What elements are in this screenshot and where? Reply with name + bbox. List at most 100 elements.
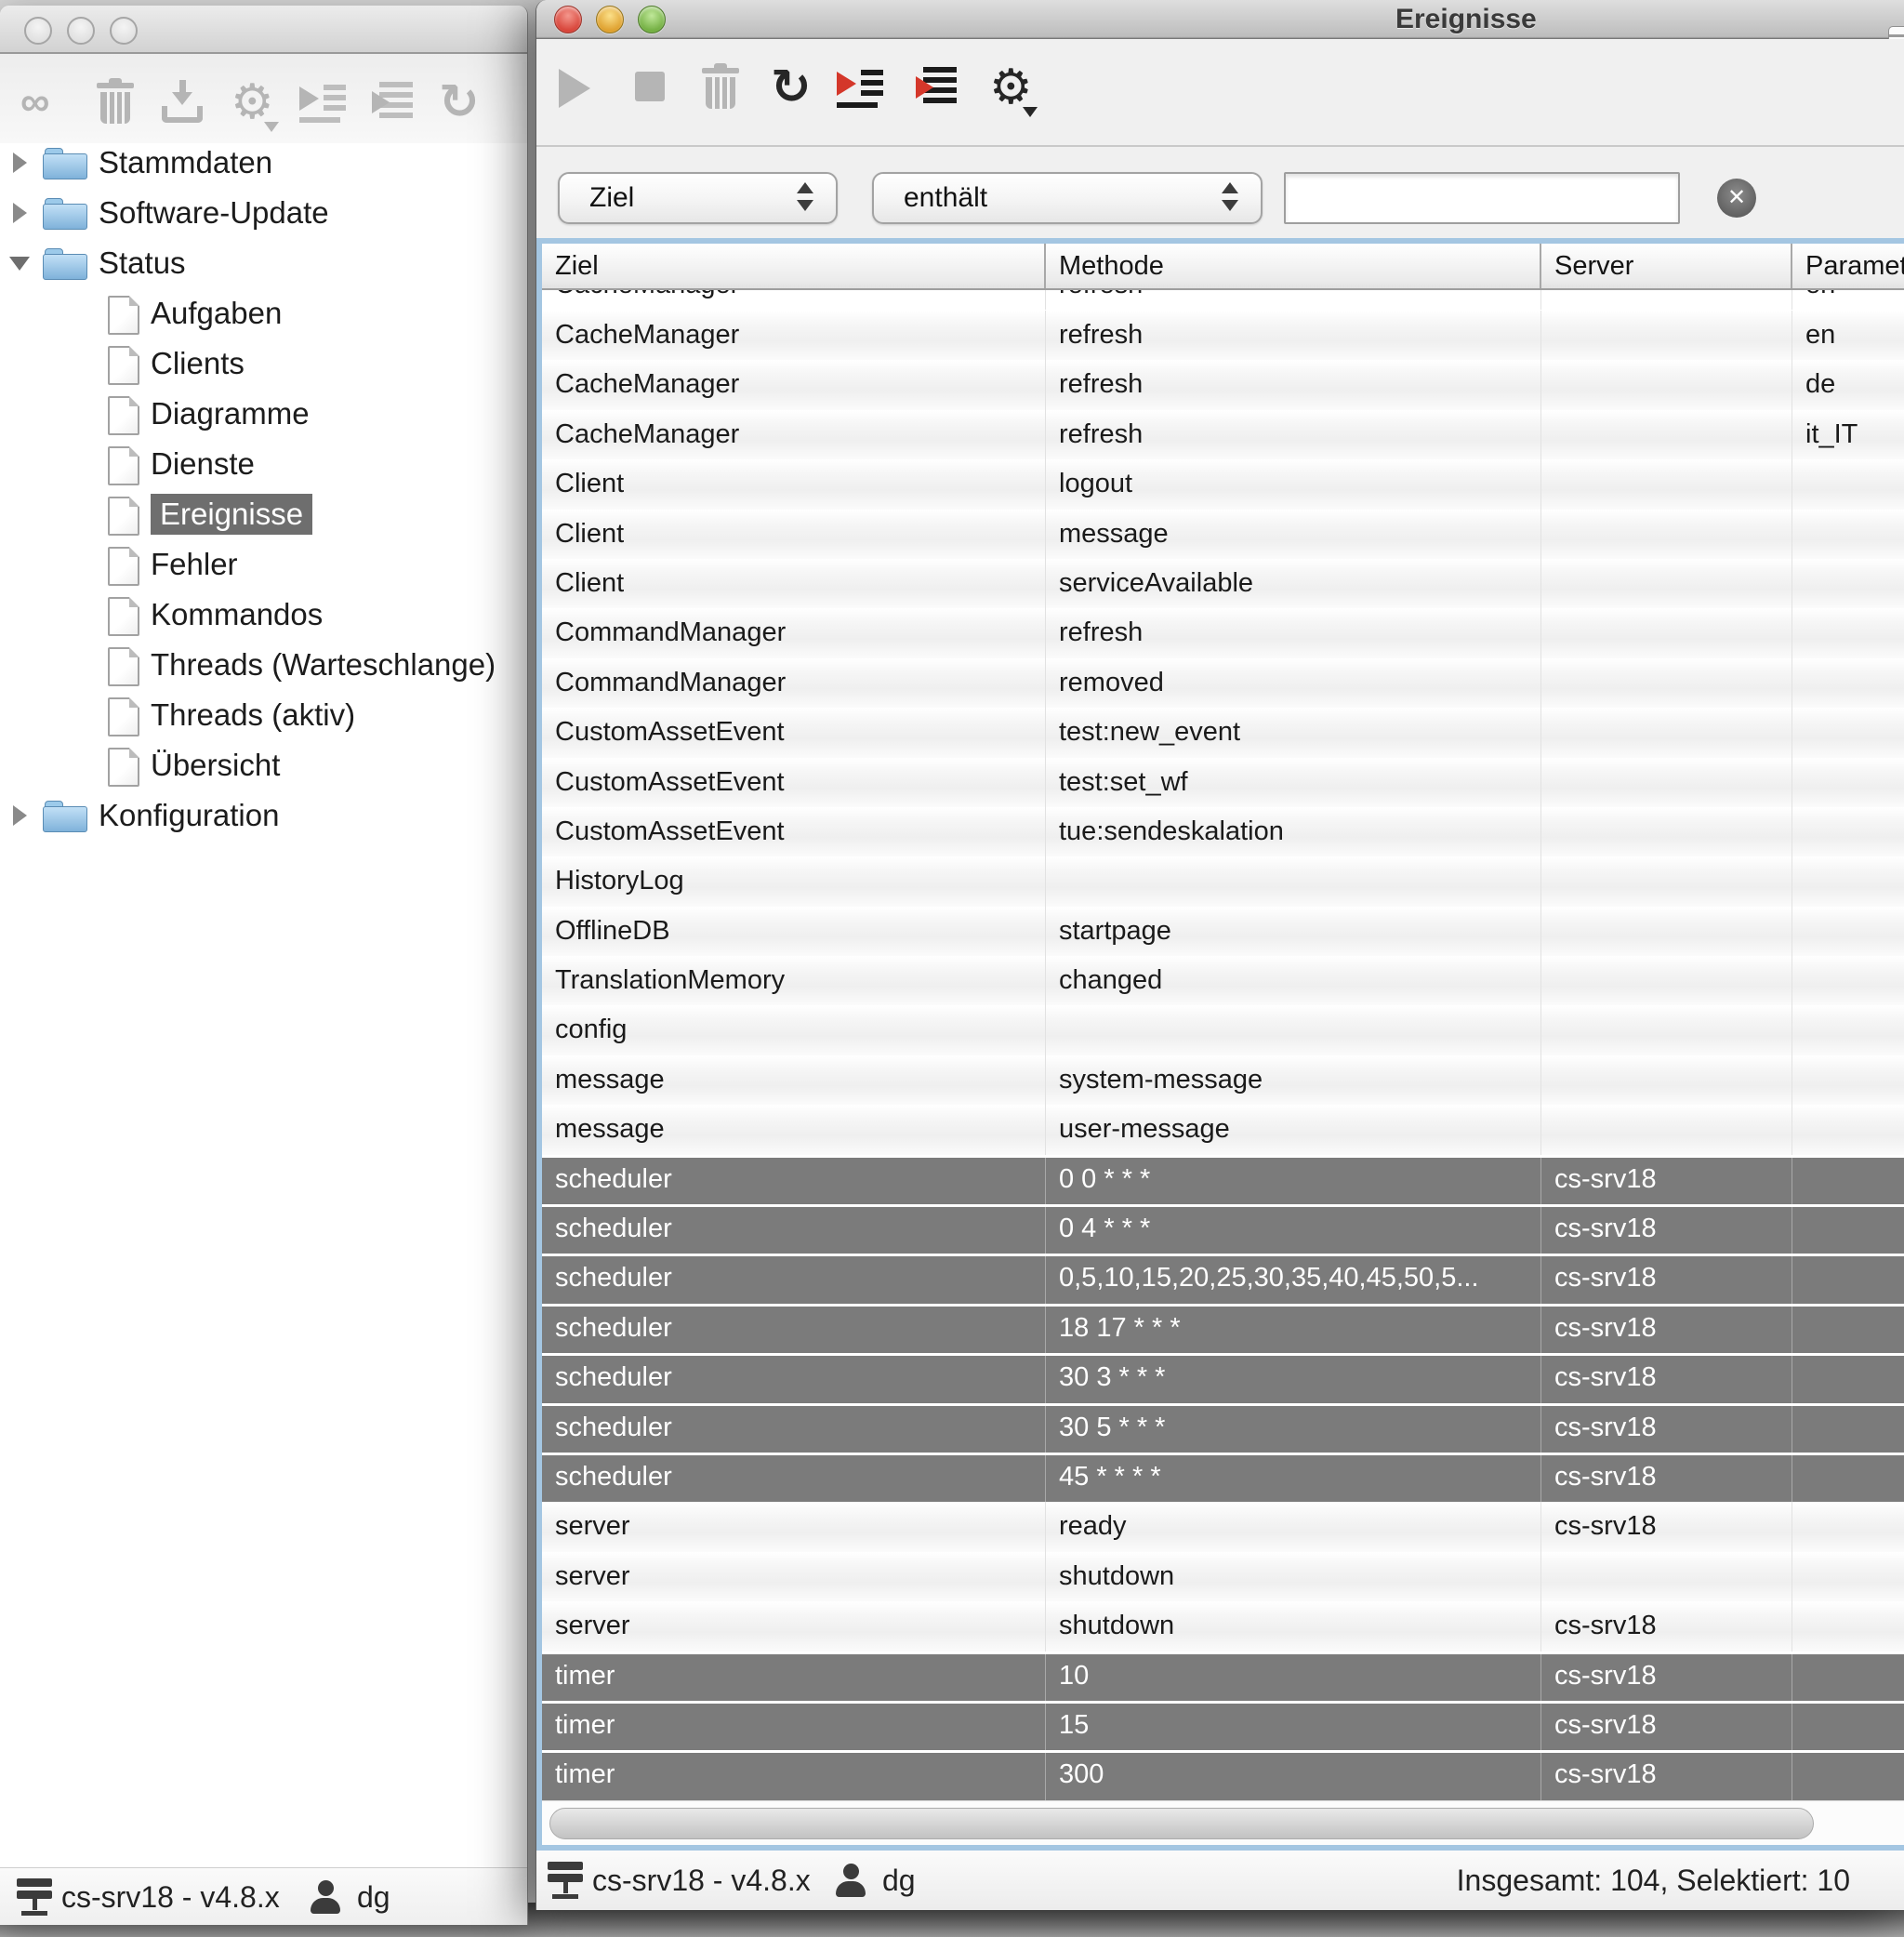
table-row[interactable]: scheduler30 5 * * *cs-srv18 [542, 1403, 1904, 1453]
cell-server [1541, 956, 1792, 1005]
scrollbar-thumb[interactable] [549, 1808, 1814, 1839]
play-button[interactable] [555, 63, 605, 119]
sidebar-item-label: Übersicht [151, 740, 280, 790]
sidebar-item-label: Clients [151, 338, 245, 389]
column-header-ziel[interactable]: Ziel [542, 244, 1046, 288]
table-row[interactable]: servershutdowncs-srv18 [542, 1601, 1904, 1651]
table-row[interactable]: CacheManagerrefreshit_IT [542, 410, 1904, 459]
clipped-scrolled-row[interactable]: CacheManagerrefreshen [542, 290, 1904, 311]
table-row[interactable]: scheduler0 4 * * *cs-srv18 [542, 1204, 1904, 1254]
table-row[interactable]: scheduler0 0 * * *cs-srv18 [542, 1155, 1904, 1204]
table-row[interactable]: ClientserviceAvailable [542, 559, 1904, 608]
stop-button[interactable] [633, 63, 683, 119]
table-row[interactable]: Clientlogout [542, 459, 1904, 509]
table-row[interactable]: scheduler18 17 * * *cs-srv18 [542, 1304, 1904, 1353]
events-statusbar: cs-srv18 - v4.8.x dg Insgesamt: 104, Sel… [536, 1851, 1904, 1910]
cell-server [1541, 1005, 1792, 1055]
minimize-button[interactable] [596, 6, 624, 33]
table-row[interactable]: timer300cs-srv18 [542, 1750, 1904, 1799]
disclosure-triangle-icon[interactable] [13, 203, 27, 223]
cell-ziel: config [542, 1005, 1046, 1055]
document-icon [108, 748, 139, 787]
zoom-button-inactive[interactable] [110, 17, 138, 45]
cell-ziel: message [542, 1055, 1046, 1105]
disclosure-triangle-icon[interactable] [13, 153, 27, 173]
table-row[interactable]: scheduler45 * * * *cs-srv18 [542, 1453, 1904, 1502]
navigator-titlebar[interactable] [0, 6, 527, 54]
cell-ziel: CustomAssetEvent [542, 807, 1046, 856]
links-icon[interactable]: ∞ [20, 78, 67, 130]
table-row[interactable]: timer15cs-srv18 [542, 1701, 1904, 1750]
cell-ziel: server [542, 1502, 1046, 1551]
cell-parameter [1792, 708, 1904, 757]
settings-icon[interactable]: ⚙ [231, 78, 277, 130]
sidebar-item-threads-warteschlange[interactable]: Threads (Warteschlange) [0, 640, 527, 690]
table-row[interactable]: config [542, 1005, 1904, 1055]
cell-parameter [1792, 956, 1904, 1005]
column-header-methode[interactable]: Methode [1046, 244, 1541, 288]
export-icon[interactable] [160, 78, 206, 130]
filter-operator-dropdown[interactable]: enthält [872, 172, 1263, 224]
cell-parameter [1792, 856, 1904, 906]
table-row-partial[interactable]: CacheManagerrefreshen [542, 290, 1904, 310]
filter-bar: Ziel enthält ✕ [536, 147, 1904, 238]
refresh-icon[interactable]: ↻ [439, 78, 485, 130]
sidebar-item-threads-aktiv[interactable]: Threads (aktiv) [0, 690, 527, 740]
settings-button[interactable]: ⚙ [989, 63, 1039, 119]
sidebar-item-clients[interactable]: Clients [0, 338, 527, 389]
sidebar-item-ereignisse[interactable]: Ereignisse [0, 489, 527, 539]
table-row[interactable]: messagesystem-message [542, 1055, 1904, 1105]
sidebar-item-fehler[interactable]: Fehler [0, 539, 527, 590]
cell-parameter [1792, 807, 1904, 856]
sidebar-item-status[interactable]: Status [0, 238, 527, 288]
table-row[interactable]: TranslationMemorychanged [542, 956, 1904, 1005]
refresh-button[interactable]: ↻ [771, 63, 821, 119]
sidebar-item-übersicht[interactable]: Übersicht [0, 740, 527, 790]
minimize-button-inactive[interactable] [67, 17, 95, 45]
sidebar-item-dienste[interactable]: Dienste [0, 439, 527, 489]
table-row[interactable]: CustomAssetEventtue:sendeskalation [542, 807, 1904, 856]
table-row[interactable]: timer10cs-srv18 [542, 1652, 1904, 1701]
table-row[interactable]: servershutdown [542, 1552, 1904, 1601]
table-row[interactable]: OfflineDBstartpage [542, 907, 1904, 956]
window-titlebar[interactable]: Ereignisse [536, 0, 1904, 39]
sidebar-item-aufgaben[interactable]: Aufgaben [0, 288, 527, 338]
cell-server: cs-srv18 [1541, 1254, 1792, 1303]
table-row[interactable]: Clientmessage [542, 510, 1904, 559]
zoom-button[interactable] [638, 6, 666, 33]
table-row[interactable]: CommandManagerremoved [542, 658, 1904, 708]
disclosure-triangle-icon[interactable] [13, 805, 27, 826]
sidebar-item-software-update[interactable]: Software-Update [0, 188, 527, 238]
table-row[interactable]: CustomAssetEventtest:new_event [542, 708, 1904, 757]
insert-icon[interactable] [372, 78, 418, 130]
column-header-parameter[interactable]: Parameter [1792, 244, 1904, 288]
table-row[interactable]: CacheManagerrefreshde [542, 360, 1904, 409]
sidebar-item-stammdaten[interactable]: Stammdaten [0, 138, 527, 188]
sidebar-item-diagramme[interactable]: Diagramme [0, 389, 527, 439]
table-row[interactable]: serverreadycs-srv18 [542, 1502, 1904, 1551]
filter-field-dropdown[interactable]: Ziel [558, 172, 838, 224]
cell-parameter [1792, 1304, 1904, 1353]
table-row[interactable]: CacheManagerrefreshen [542, 311, 1904, 360]
close-button-inactive[interactable] [24, 17, 52, 45]
sidebar-item-label: Status [99, 238, 186, 288]
delete-icon[interactable] [95, 78, 141, 130]
table-row[interactable]: HistoryLog [542, 856, 1904, 906]
table-row[interactable]: messageuser-message [542, 1105, 1904, 1154]
horizontal-scrollbar[interactable] [542, 1800, 1904, 1845]
filter-query-input[interactable] [1284, 172, 1680, 224]
execute-button[interactable] [837, 63, 887, 119]
close-button[interactable] [554, 6, 582, 33]
disclosure-triangle-icon[interactable] [9, 257, 30, 271]
execute-icon[interactable] [299, 78, 346, 130]
insert-button[interactable] [916, 63, 966, 119]
table-row[interactable]: scheduler0,5,10,15,20,25,30,35,40,45,50,… [542, 1254, 1904, 1303]
sidebar-item-konfiguration[interactable]: Konfiguration [0, 790, 527, 841]
column-header-server[interactable]: Server [1541, 244, 1792, 288]
clear-filter-button[interactable]: ✕ [1717, 179, 1756, 218]
table-row[interactable]: scheduler30 3 * * *cs-srv18 [542, 1353, 1904, 1402]
table-row[interactable]: CommandManagerrefresh [542, 608, 1904, 657]
table-row[interactable]: CustomAssetEventtest:set_wf [542, 758, 1904, 807]
sidebar-item-kommandos[interactable]: Kommandos [0, 590, 527, 640]
delete-button[interactable] [700, 63, 750, 119]
